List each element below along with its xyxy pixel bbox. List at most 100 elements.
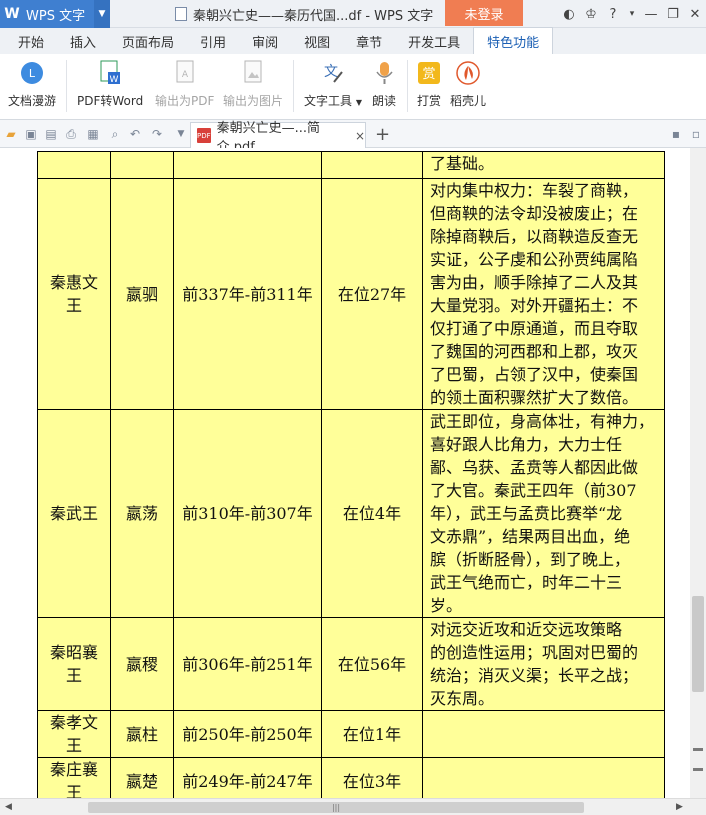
table-cell-notes: 了基础。 bbox=[422, 151, 665, 179]
export-pdf-button[interactable]: A 输出为PDF bbox=[155, 60, 214, 109]
app-menu-button[interactable]: W WPS 文字 ▼ bbox=[0, 0, 110, 28]
horizontal-scroll-thumb[interactable]: ||| bbox=[88, 802, 584, 813]
horizontal-scrollbar[interactable]: ◀ ||| ▶ bbox=[0, 798, 706, 815]
text-tools-text: 文字工具 bbox=[304, 94, 353, 108]
table-row: 秦武王 嬴荡 前310年-前307年 在位4年 武王即位，身高体壮，有神力， 喜… bbox=[37, 409, 665, 618]
tab-view[interactable]: 视图 bbox=[291, 28, 343, 54]
text-tools-button[interactable]: 文 文字工具 ▼ bbox=[304, 60, 362, 109]
search-doc-icon[interactable]: ⌕ bbox=[108, 127, 122, 141]
note-line: 喜好跟人比角力，大力士任 bbox=[430, 435, 623, 454]
table-cell-notes: 对远交近攻和近交远攻策略 的创造性运用；巩固对巴蜀的 统治；消灭义渠；长平之战；… bbox=[422, 617, 665, 711]
table-cell-given-name: 嬴稷 bbox=[110, 617, 174, 711]
title-bar: W WPS 文字 ▼ 秦朝兴亡史——秦历代国...df - WPS 文字 未登录… bbox=[0, 0, 706, 28]
restore-icon[interactable]: ❐ bbox=[666, 7, 680, 22]
table-cell-name bbox=[37, 151, 111, 179]
docer-button[interactable]: 稻壳儿 bbox=[450, 60, 486, 109]
window-controls: ◐ ♔ ? ▾ — ❐ ✕ bbox=[562, 0, 702, 28]
export-image-icon bbox=[240, 60, 266, 86]
export-pdf-icon: A bbox=[172, 60, 198, 86]
chevron-down-icon: ▼ bbox=[355, 98, 362, 107]
new-tab-icon[interactable]: + bbox=[375, 124, 390, 145]
tab-list-icon[interactable]: ▪ bbox=[669, 127, 683, 141]
print-preview-icon[interactable]: ▦ bbox=[86, 127, 100, 141]
redo-icon[interactable]: ↷ bbox=[150, 127, 164, 141]
document-tab[interactable]: PDF 秦朝兴亡史—...简介.pdf × bbox=[190, 121, 366, 155]
note-line: 的创造性运用；巩固对巴蜀的 bbox=[430, 643, 639, 662]
tab-special-features[interactable]: 特色功能 bbox=[473, 27, 554, 54]
minimize-doc-icon[interactable]: ▫ bbox=[689, 127, 703, 141]
login-button[interactable]: 未登录 bbox=[445, 0, 523, 26]
svg-text:赏: 赏 bbox=[422, 67, 435, 82]
ribbon-divider bbox=[293, 60, 294, 112]
svg-text:文: 文 bbox=[324, 64, 338, 80]
vertical-scrollbar[interactable] bbox=[690, 148, 706, 798]
chevron-down-icon[interactable]: ▾ bbox=[628, 9, 636, 19]
wps-logo-icon: W bbox=[4, 6, 20, 22]
ribbon-divider bbox=[66, 60, 67, 112]
note-line: 灭东周。 bbox=[430, 689, 495, 708]
save-icon[interactable]: ▣ bbox=[24, 127, 38, 141]
tab-insert[interactable]: 插入 bbox=[57, 28, 109, 54]
table-row: 了基础。 bbox=[37, 151, 665, 179]
scroll-left-icon[interactable]: ◀ bbox=[5, 802, 12, 812]
print-icon[interactable]: ⎙ bbox=[64, 127, 78, 141]
doc-roam-button[interactable]: L 文档漫游 bbox=[8, 60, 56, 109]
open-folder-icon[interactable]: ▰ bbox=[4, 127, 18, 141]
note-line: 大量党羽。对外开疆拓土：不 bbox=[430, 296, 639, 315]
undo-icon[interactable]: ↶ bbox=[128, 127, 142, 141]
table-cell-given-name: 嬴驷 bbox=[110, 178, 174, 410]
pdf-to-word-button[interactable]: W PDF转Word bbox=[77, 60, 143, 109]
window-title-text: 秦朝兴亡史——秦历代国...df - WPS 文字 bbox=[193, 8, 434, 24]
table-cell-reign: 在位3年 bbox=[321, 757, 423, 798]
reward-label: 打赏 bbox=[416, 94, 441, 108]
help-icon[interactable]: ? bbox=[606, 7, 620, 22]
note-line: 文赤鼎”，结果两目出血，绝 bbox=[430, 527, 631, 546]
close-icon[interactable]: × bbox=[355, 129, 365, 143]
table-cell-given-name: 嬴柱 bbox=[110, 710, 174, 758]
docer-icon bbox=[455, 60, 481, 86]
table-cell-years: 前337年-前311年 bbox=[173, 178, 322, 410]
export-image-button[interactable]: 输出为图片 bbox=[223, 60, 283, 109]
table-cell-years: 前249年-前247年 bbox=[173, 757, 322, 798]
table-cell-notes bbox=[422, 710, 665, 758]
note-line: 年），武王与孟贲比赛举“龙 bbox=[430, 504, 623, 523]
table-cell-name: 秦武王 bbox=[37, 409, 111, 618]
tab-review[interactable]: 审阅 bbox=[239, 28, 291, 54]
table-cell-given-name: 嬴荡 bbox=[110, 409, 174, 618]
scroll-right-icon[interactable]: ▶ bbox=[676, 802, 683, 812]
tab-references[interactable]: 引用 bbox=[187, 28, 239, 54]
table-cell-years: 前310年-前307年 bbox=[173, 409, 322, 618]
note-line: 鄙、乌获、孟贲等人都因此做 bbox=[430, 458, 639, 477]
export-icon[interactable]: ▤ bbox=[44, 127, 58, 141]
tab-page-layout[interactable]: 页面布局 bbox=[109, 28, 187, 54]
note-line: 了基础。 bbox=[430, 154, 495, 173]
note-line: 武王气绝而亡，时年二十三 bbox=[430, 573, 623, 592]
text-tools-icon: 文 bbox=[320, 60, 346, 86]
chevron-down-icon[interactable]: ▼ bbox=[94, 0, 110, 28]
close-icon[interactable]: ✕ bbox=[688, 7, 702, 22]
note-line: 膑（折断胫骨），到了晚上， bbox=[430, 550, 631, 569]
read-aloud-button[interactable]: 朗读 bbox=[371, 60, 397, 109]
shirt-icon[interactable]: ♔ bbox=[584, 7, 598, 22]
cloud-icon: L bbox=[19, 60, 45, 86]
table-cell-years: 前250年-前250年 bbox=[173, 710, 322, 758]
chevron-down-icon[interactable]: ▼ bbox=[174, 127, 188, 141]
tab-developer[interactable]: 开发工具 bbox=[395, 28, 473, 54]
window-title: 秦朝兴亡史——秦历代国...df - WPS 文字 bbox=[175, 0, 433, 28]
table-row: 秦庄襄王 嬴楚 前249年-前247年 在位3年 bbox=[37, 757, 665, 798]
reward-button[interactable]: 赏 打赏 bbox=[416, 60, 442, 109]
tab-home[interactable]: 开始 bbox=[0, 28, 57, 54]
note-line: 但商鞅的法令却没被废止；在 bbox=[430, 204, 639, 223]
tab-sections[interactable]: 章节 bbox=[343, 28, 395, 54]
quick-access-toolbar: ▰ ▣ ▤ ⎙ ▦ ⌕ ↶ ↷ ▼ PDF 秦朝兴亡史—...简介.pdf × … bbox=[0, 120, 706, 155]
skin-icon[interactable]: ◐ bbox=[562, 7, 576, 22]
note-line: 仅打通了中原通道，而且夺取 bbox=[430, 319, 639, 338]
pdf-to-word-label: PDF转Word bbox=[77, 94, 144, 108]
document-area: 了基础。 秦惠文王 嬴驷 前337年-前311年 在位27年 对内集中权力：车裂… bbox=[0, 148, 690, 798]
svg-text:W: W bbox=[110, 75, 119, 85]
vertical-scroll-thumb[interactable] bbox=[692, 596, 704, 692]
text-tools-label: 文字工具 ▼ bbox=[304, 92, 362, 109]
minimize-icon[interactable]: — bbox=[644, 7, 658, 22]
note-line: 了魏国的河西郡和上郡，攻灭 bbox=[430, 342, 639, 361]
page-marker bbox=[693, 768, 703, 771]
